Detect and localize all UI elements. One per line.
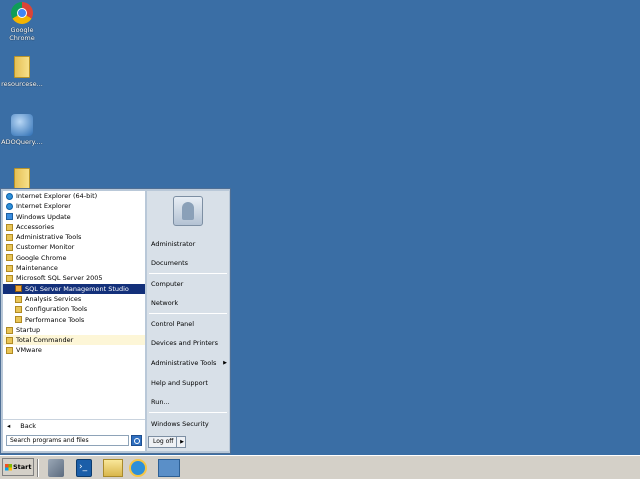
right-item-administrator[interactable]: Administrator <box>151 239 227 250</box>
program-label: Performance Tools <box>25 315 85 324</box>
folder-icon <box>15 305 22 313</box>
folder-icon <box>15 316 22 324</box>
back-arrow-icon: ◂ <box>7 422 11 430</box>
folder-icon <box>6 233 13 241</box>
program-folder-total-commander[interactable]: Total Commander <box>3 335 145 346</box>
folder-icon <box>6 223 13 231</box>
separator <box>149 313 227 314</box>
start-button[interactable]: Start <box>2 458 34 476</box>
right-item-devices-printers[interactable]: Devices and Printers <box>151 338 227 349</box>
right-item-help-support[interactable]: Help and Support <box>151 378 227 389</box>
program-folder-vmware[interactable]: VMware <box>3 345 145 355</box>
program-folder-performance-tools[interactable]: Performance Tools <box>3 315 145 325</box>
folder-icon <box>15 295 22 303</box>
search-icon[interactable] <box>131 435 142 446</box>
programs-list: Internet Explorer (64-bit) Internet Expl… <box>3 191 145 416</box>
folder-icon <box>6 264 13 272</box>
program-label: Internet Explorer (64-bit) <box>16 192 98 200</box>
shutdown-options-arrow-icon[interactable]: ▶ <box>176 436 187 448</box>
program-label: Administrative Tools <box>16 233 82 242</box>
ie-icon[interactable] <box>129 459 147 477</box>
windows-logo-icon <box>5 463 12 471</box>
folder-icon <box>6 347 13 355</box>
start-label: Start <box>13 463 32 471</box>
desktop-icon-google-chrome[interactable]: Google Chrome <box>0 2 44 42</box>
folder-icon <box>6 326 13 334</box>
right-item-run[interactable]: Run... <box>151 397 227 408</box>
network-icon[interactable] <box>158 459 180 477</box>
right-item-network[interactable]: Network <box>151 298 227 309</box>
sql-server-icon <box>15 285 22 293</box>
user-avatar[interactable] <box>173 196 203 226</box>
back-button[interactable]: ◂ Back <box>3 419 145 432</box>
program-folder-administrative-tools[interactable]: Administrative Tools <box>3 232 145 242</box>
database-icon <box>11 114 33 136</box>
right-item-control-panel[interactable]: Control Panel <box>151 319 227 330</box>
program-folder-sql-server-2005[interactable]: Microsoft SQL Server 2005 <box>3 273 145 283</box>
right-item-documents[interactable]: Documents <box>151 258 227 269</box>
program-label: Customer Monitor <box>16 243 75 252</box>
program-label: Configuration Tools <box>25 305 88 314</box>
program-label: Accessories <box>16 222 55 231</box>
chrome-icon <box>11 2 33 24</box>
right-item-label: Administrative Tools <box>151 359 217 367</box>
program-folder-accessories[interactable]: Accessories <box>3 222 145 232</box>
submenu-arrow-icon: ▶ <box>223 360 227 366</box>
right-item-administrative-tools[interactable]: Administrative Tools ▶ <box>151 358 227 369</box>
folder-icon <box>6 275 13 283</box>
desktop-icon-resourcese[interactable]: resourcese... <box>0 56 44 88</box>
desktop-icon-label: resourcese... <box>1 80 43 88</box>
program-folder-analysis-services[interactable]: Analysis Services <box>3 294 145 304</box>
program-item-windows-update[interactable]: Windows Update <box>3 212 145 222</box>
program-item-ie64[interactable]: Internet Explorer (64-bit) <box>3 191 145 201</box>
taskbar: Start <box>0 455 640 479</box>
folder-icon <box>14 168 30 190</box>
program-label: Windows Update <box>16 212 71 221</box>
program-label: SQL Server Management Studio <box>25 284 129 293</box>
ie-icon <box>6 202 13 210</box>
program-label: Startup <box>16 325 41 334</box>
start-menu: Internet Explorer (64-bit) Internet Expl… <box>0 188 231 454</box>
program-folder-startup[interactable]: Startup <box>3 325 145 335</box>
windows-update-icon <box>6 213 13 221</box>
separator <box>149 412 227 413</box>
desktop-icon-label: Google Chrome <box>9 26 35 42</box>
desktop-icon-adoquery[interactable]: ADOQuery.... <box>0 114 44 146</box>
back-label: Back <box>20 422 37 430</box>
start-menu-right-pane: Administrator Documents Computer Network… <box>147 191 229 451</box>
right-item-computer[interactable]: Computer <box>151 279 227 290</box>
program-label: Google Chrome <box>16 253 67 262</box>
folder-icon <box>14 56 30 78</box>
explorer-icon[interactable] <box>103 459 123 477</box>
powershell-icon[interactable] <box>76 459 92 477</box>
program-item-sql-management-studio[interactable]: SQL Server Management Studio <box>3 283 145 294</box>
start-menu-programs-pane: Internet Explorer (64-bit) Internet Expl… <box>3 191 145 451</box>
server-manager-icon[interactable] <box>48 459 64 477</box>
search-row: Search programs and files <box>3 435 143 447</box>
program-label: Analysis Services <box>25 294 82 303</box>
folder-icon <box>6 244 13 252</box>
taskbar-separator <box>37 459 39 477</box>
program-item-ie[interactable]: Internet Explorer <box>3 201 145 211</box>
separator <box>149 273 227 274</box>
right-item-windows-security[interactable]: Windows Security <box>151 419 227 430</box>
folder-icon <box>6 336 13 344</box>
program-folder-customer-monitor[interactable]: Customer Monitor <box>3 242 145 252</box>
program-label: Microsoft SQL Server 2005 <box>16 274 103 283</box>
ie-icon <box>6 192 13 200</box>
search-input[interactable]: Search programs and files <box>6 435 129 446</box>
program-label: Internet Explorer <box>16 202 71 211</box>
program-label: Maintenance <box>16 264 58 273</box>
program-folder-configuration-tools[interactable]: Configuration Tools <box>3 304 145 314</box>
program-label: VMware <box>16 346 42 355</box>
program-folder-google-chrome[interactable]: Google Chrome <box>3 253 145 263</box>
program-folder-maintenance[interactable]: Maintenance <box>3 263 145 273</box>
program-label: Total Commander <box>16 336 74 345</box>
folder-icon <box>6 254 13 262</box>
desktop-icon-label: ADOQuery.... <box>1 138 43 146</box>
